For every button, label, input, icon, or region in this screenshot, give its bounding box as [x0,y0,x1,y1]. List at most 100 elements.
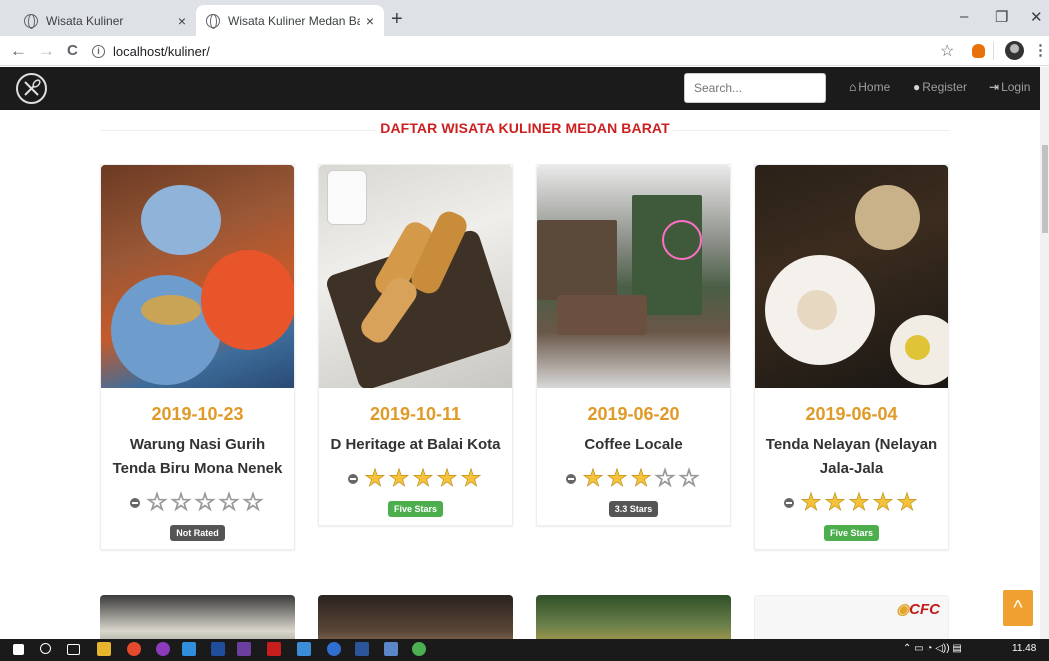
card-date: 2019-06-20 [587,404,680,424]
profile-avatar[interactable] [1005,41,1024,60]
tab-close-button[interactable]: × [366,13,374,29]
restaurant-photo-partial[interactable] [536,595,731,639]
star-rating[interactable]: ★ ★ ★ ★ ★ [755,489,948,517]
globe-icon [206,13,220,29]
star-filled-icon[interactable]: ★ [581,465,605,492]
star-empty-icon[interactable]: ☆ [145,489,169,516]
filezilla-icon[interactable] [267,642,281,656]
rating-badge: 3.3 Stars [608,501,659,517]
restaurant-photo-partial[interactable] [318,595,513,639]
url-text: localhost/kuliner/ [113,43,210,59]
restaurant-card[interactable]: 2019-06-20 Coffee Locale ★ ★ ★ ☆ ☆ 3.3 Stars [536,164,731,526]
restaurant-name: Coffee Locale [584,436,683,453]
app-icon[interactable] [297,642,311,656]
restaurant-photo[interactable] [537,165,730,388]
star-empty-icon[interactable]: ☆ [653,465,677,492]
tab-wisata-kuliner-medan-barat[interactable]: Wisata Kuliner Medan Barat × [196,5,384,36]
card-date: 2019-10-23 [151,404,244,424]
restaurant-name: D Heritage at Balai Kota [330,436,501,453]
bookmark-star-icon[interactable]: ☆ [940,41,954,61]
clear-rating-icon[interactable] [566,474,576,484]
nav-home-link[interactable]: ⌂ Home [849,80,890,94]
windows-start-icon[interactable] [13,644,24,655]
star-empty-icon[interactable]: ☆ [677,465,701,492]
star-filled-icon[interactable]: ★ [363,465,387,492]
info-icon[interactable]: i [92,44,105,58]
media-player-icon[interactable] [156,642,170,656]
restaurant-card[interactable]: 2019-06-04 Tenda Nelayan (Nelayan Jala-J… [754,164,949,550]
rating-badge: Five Stars [823,525,880,541]
clear-rating-icon[interactable] [348,474,358,484]
nav-home-label: Home [858,80,891,94]
search-input[interactable] [684,73,826,103]
star-filled-icon[interactable]: ★ [823,489,847,516]
word-icon[interactable] [355,642,369,656]
back-to-top-button[interactable]: ^ [1003,590,1033,626]
reload-button[interactable]: C [67,42,78,59]
star-filled-icon[interactable]: ★ [847,489,871,516]
notes-icon[interactable] [384,642,398,656]
star-filled-icon[interactable]: ★ [799,489,823,516]
restaurant-card[interactable]: 2019-10-11 D Heritage at Balai Kota ★ ★ ★ ★… [318,164,513,526]
star-filled-icon[interactable]: ★ [629,465,653,492]
star-empty-icon[interactable]: ☆ [193,489,217,516]
chrome-icon[interactable] [127,642,141,656]
star-empty-icon[interactable]: ☆ [241,489,265,516]
restaurant-name: Tenda Nelayan (Nelayan Jala-Jala [765,436,938,477]
paint-icon[interactable] [412,642,426,656]
tray-icons[interactable]: ⌃ ▭ ◔ ◁)) ▤ [903,643,962,654]
star-rating[interactable]: ☆ ☆ ☆ ☆ ☆ [101,489,294,517]
clear-rating-icon[interactable] [784,498,794,508]
url-field[interactable]: i localhost/kuliner/ [92,40,930,62]
star-filled-icon[interactable]: ★ [387,465,411,492]
user-icon: ● [913,80,921,94]
fork-knife-logo-icon[interactable] [16,73,47,104]
app-icon[interactable] [182,642,196,656]
scrollbar-thumb[interactable] [1042,145,1048,233]
restaurant-photo[interactable] [755,165,948,388]
restaurant-photo-partial[interactable] [100,595,295,639]
visual-studio-icon[interactable] [237,642,251,656]
back-button[interactable]: ← [10,41,27,61]
maximize-button[interactable]: ❐ [995,8,1008,26]
clear-rating-icon[interactable] [130,498,140,508]
file-explorer-icon[interactable] [97,642,111,656]
forward-button[interactable]: → [38,41,55,61]
clock[interactable]: 11.48 [1012,643,1036,654]
star-filled-icon[interactable]: ★ [871,489,895,516]
close-window-button[interactable]: ✕ [1030,8,1043,26]
tab-title: Wisata Kuliner [46,13,124,28]
search-icon[interactable] [40,643,51,654]
star-empty-icon[interactable]: ☆ [217,489,241,516]
zoom-icon[interactable] [327,642,341,656]
restaurant-name: Warung Nasi Gurih Tenda Biru Mona Nenek [112,436,283,477]
star-filled-icon[interactable]: ★ [435,465,459,492]
minimize-button[interactable]: – [960,8,968,25]
card-date: 2019-06-04 [805,404,898,424]
tab-wisata-kuliner[interactable]: Wisata Kuliner × [14,5,196,36]
nav-register-link[interactable]: ● Register [913,80,967,94]
star-filled-icon[interactable]: ★ [605,465,629,492]
card-date: 2019-10-11 [369,404,462,424]
tab-close-button[interactable]: × [178,13,186,29]
nav-register-label: Register [922,80,967,94]
photoshop-icon[interactable] [211,642,225,656]
browser-menu-icon[interactable]: ⋮ [1033,41,1048,59]
nav-login-link[interactable]: ⇥ Login [989,80,1030,94]
star-filled-icon[interactable]: ★ [411,465,435,492]
star-rating[interactable]: ★ ★ ★ ☆ ☆ [537,465,730,493]
restaurant-card[interactable]: 2019-10-23 Warung Nasi Gurih Tenda Biru … [100,164,295,550]
globe-icon [24,13,38,29]
task-view-icon[interactable] [67,644,80,655]
address-bar: ← → C i localhost/kuliner/ [0,36,1049,66]
star-empty-icon[interactable]: ☆ [169,489,193,516]
restaurant-photo-partial[interactable]: ◉CFC [754,595,949,639]
extension-icon[interactable] [972,44,985,58]
restaurant-photo[interactable] [101,165,294,388]
star-rating[interactable]: ★ ★ ★ ★ ★ [319,465,512,493]
new-tab-button[interactable]: + [391,8,403,31]
restaurant-photo[interactable] [319,165,512,388]
page-content: DAFTAR WISATA KULINER MEDAN BARAT 2019-1… [0,110,1040,639]
star-filled-icon[interactable]: ★ [895,489,919,516]
star-filled-icon[interactable]: ★ [459,465,483,492]
